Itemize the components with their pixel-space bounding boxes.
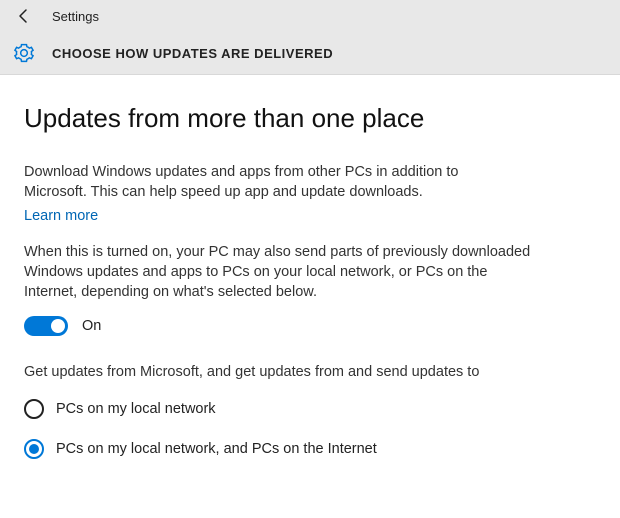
back-button[interactable] (8, 0, 40, 32)
page-subtitle: CHOOSE HOW UPDATES ARE DELIVERED (52, 46, 333, 61)
page-heading: Updates from more than one place (24, 103, 596, 134)
learn-more-link[interactable]: Learn more (24, 208, 98, 224)
toggle-label: On (82, 318, 101, 334)
radio-label: PCs on my local network, and PCs on the … (56, 441, 377, 457)
gear-icon-container (8, 43, 40, 63)
feature-toggle[interactable] (24, 316, 68, 336)
radio-button (24, 399, 44, 419)
toggle-knob (51, 319, 65, 333)
radio-option-internet[interactable]: PCs on my local network, and PCs on the … (24, 439, 596, 459)
arrow-left-icon (16, 8, 32, 24)
radio-button (24, 439, 44, 459)
header: Settings CHOOSE HOW UPDATES ARE DELIVERE… (0, 0, 620, 75)
header-sub-row: CHOOSE HOW UPDATES ARE DELIVERED (0, 32, 620, 74)
toggle-row: On (24, 316, 596, 336)
radio-prompt: Get updates from Microsoft, and get upda… (24, 362, 524, 382)
header-top-row: Settings (0, 0, 620, 32)
app-title: Settings (52, 9, 99, 24)
content-area: Updates from more than one place Downloa… (0, 75, 620, 459)
radio-option-local[interactable]: PCs on my local network (24, 399, 596, 419)
intro-text: Download Windows updates and apps from o… (24, 162, 504, 203)
detail-text: When this is turned on, your PC may also… (24, 242, 544, 303)
radio-label: PCs on my local network (56, 401, 216, 417)
gear-icon (14, 43, 34, 63)
